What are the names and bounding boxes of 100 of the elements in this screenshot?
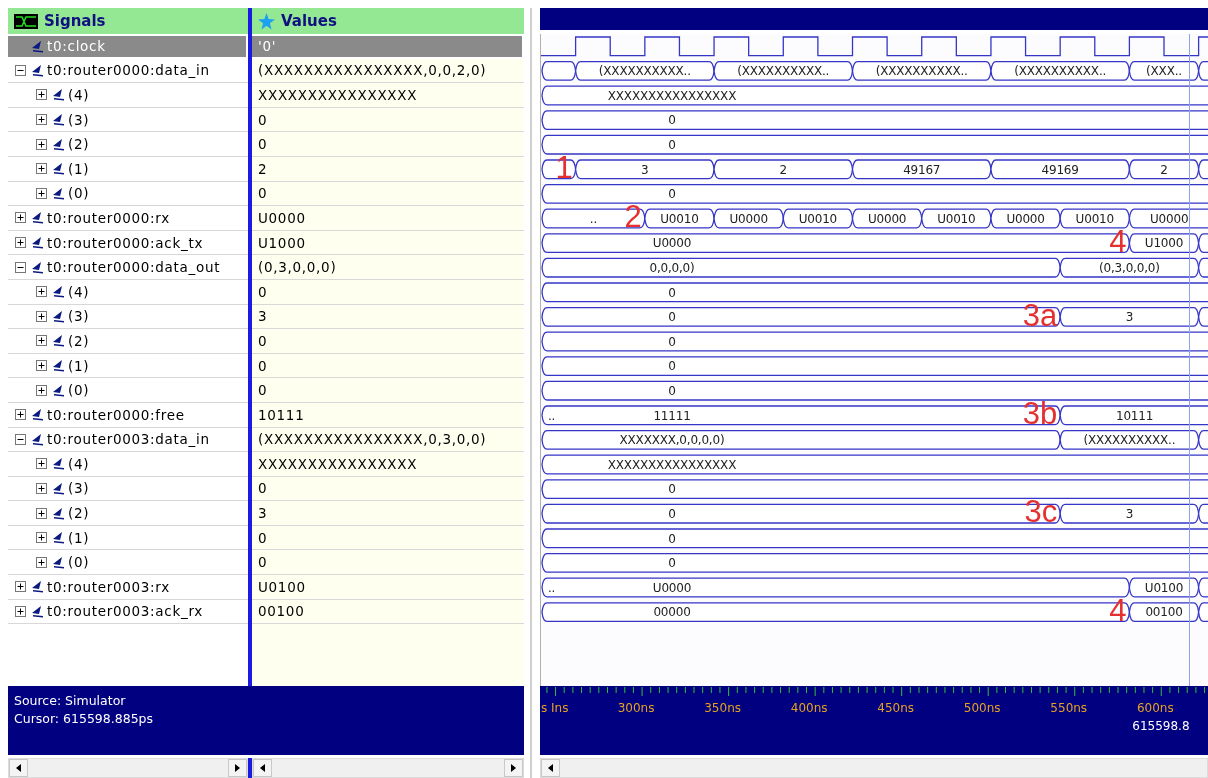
signal-row[interactable]: (1)	[8, 156, 248, 182]
signal-name: t0:router0000:rx	[47, 209, 170, 226]
signal-icon	[52, 137, 65, 151]
plus-box-icon[interactable]	[35, 507, 47, 519]
plus-box-icon[interactable]	[35, 138, 47, 150]
signal-row[interactable]: (1)	[8, 353, 248, 379]
plus-box-icon[interactable]	[35, 310, 47, 322]
signal-value: 0	[252, 353, 524, 379]
signal-icon	[52, 88, 65, 102]
plus-box-icon[interactable]	[14, 212, 26, 224]
signal-row[interactable]: t0:router0003:data_in	[8, 427, 248, 453]
annotation-label: 2	[624, 201, 642, 233]
signal-row[interactable]: (3)	[8, 107, 248, 133]
signal-name: t0:router0003:ack_rx	[47, 603, 203, 620]
signal-row[interactable]: (0)	[8, 181, 248, 207]
scroll-left-button[interactable]	[253, 759, 272, 777]
annotation-label: 3a	[1022, 299, 1058, 331]
segment-value: (XXXXXXXXXX..	[1083, 433, 1176, 448]
plus-box-icon[interactable]	[35, 163, 47, 175]
signal-row[interactable]: (4)	[8, 452, 248, 477]
signal-value: 0	[252, 329, 524, 354]
plus-box-icon[interactable]	[35, 286, 47, 298]
segment-value: XXXXXXX,0,0,0,0)	[619, 433, 725, 448]
column-header[interactable]: Values	[252, 8, 524, 34]
signal-row[interactable]: (0)	[8, 378, 248, 403]
segment-value: U0010	[660, 211, 699, 226]
signal-name: t0:router0000:data_in	[47, 62, 210, 79]
header-title: Signals	[44, 12, 106, 30]
scroll-left-button[interactable]	[541, 759, 560, 777]
minus-box-icon[interactable]	[14, 261, 26, 273]
signal-row[interactable]: t0:router0000:ack_tx	[8, 230, 248, 256]
plus-box-icon[interactable]	[35, 458, 47, 470]
annotation-label: 3b	[1022, 398, 1058, 429]
horizontal-scrollbar[interactable]	[252, 758, 524, 778]
signal-row[interactable]: (2)	[8, 501, 248, 526]
signal-value: (XXXXXXXXXXXXXXXX,0,0,2,0)	[252, 58, 524, 84]
signal-name: t0:clock	[47, 38, 106, 55]
signal-value: 00100	[252, 599, 524, 625]
horizontal-scrollbar[interactable]	[8, 758, 248, 778]
signal-icon	[52, 285, 65, 299]
segment-value: 0	[668, 334, 676, 349]
signal-row[interactable]: (2)	[8, 329, 248, 354]
plus-box-icon[interactable]	[14, 237, 26, 249]
signal-row[interactable]: (0)	[8, 550, 248, 576]
segment-value: (XXXXXXXXXX..	[1014, 64, 1107, 79]
plus-box-icon[interactable]	[35, 532, 47, 544]
signal-value: 0	[252, 378, 524, 403]
signal-row[interactable]: t0:router0003:rx	[8, 575, 248, 600]
tick-label: 550ns	[1050, 701, 1088, 715]
header-title: Values	[281, 12, 337, 30]
segment-value: 0	[668, 310, 676, 325]
plus-box-icon[interactable]	[35, 556, 47, 568]
signal-row[interactable]: t0:router0003:ack_rx	[8, 599, 248, 625]
signal-row[interactable]: (3)	[8, 304, 248, 330]
horizontal-scrollbar[interactable]	[540, 758, 1208, 778]
signal-icon	[52, 359, 65, 372]
plus-box-icon[interactable]	[35, 335, 47, 347]
signal-row[interactable]: (4)	[8, 83, 248, 108]
plus-box-icon[interactable]	[35, 360, 47, 371]
column-header[interactable]: Signals	[8, 8, 248, 34]
plus-box-icon[interactable]	[35, 114, 47, 126]
scroll-right-button[interactable]	[228, 759, 247, 777]
signal-row[interactable]: t0:router0000:free	[8, 402, 248, 428]
scroll-right-button[interactable]	[504, 759, 523, 777]
segment-value: U0000	[867, 211, 907, 226]
signal-value: (0,3,0,0,0)	[252, 255, 524, 280]
signal-icon	[31, 211, 44, 225]
plus-box-icon[interactable]	[35, 89, 47, 101]
plus-box-icon[interactable]	[35, 187, 47, 199]
minus-box-icon[interactable]	[14, 433, 26, 445]
left-arrow-icon	[16, 764, 21, 772]
signal-row[interactable]: (3)	[8, 476, 248, 502]
scroll-left-button[interactable]	[9, 759, 28, 777]
bus-segment	[921, 208, 992, 229]
plus-box-icon[interactable]	[14, 409, 26, 421]
segment-value: 0	[668, 531, 676, 546]
cursor-label: Cursor: 615598.885ps	[14, 711, 154, 726]
signal-value: 0	[252, 476, 524, 502]
segment-value: 00100	[1145, 605, 1183, 620]
plus-box-icon[interactable]	[14, 581, 26, 593]
segment-value: (XXXXXXXXXX..	[737, 64, 830, 79]
cursor-line[interactable]	[1189, 34, 1191, 686]
plus-box-icon[interactable]	[35, 384, 47, 396]
signal-value: 0	[252, 181, 524, 207]
signal-icon	[31, 63, 44, 77]
annotation-label: 4	[1109, 225, 1127, 257]
plus-box-icon[interactable]	[14, 605, 26, 617]
signal-row[interactable]: t0:router0000:data_in	[8, 58, 248, 84]
signal-name: (1)	[68, 357, 90, 374]
signal-row[interactable]: (1)	[8, 525, 248, 551]
minus-box-icon[interactable]	[14, 64, 26, 76]
signal-value: XXXXXXXXXXXXXXXX	[252, 83, 524, 108]
signal-row[interactable]: (2)	[8, 132, 248, 157]
signal-name: (2)	[68, 332, 90, 349]
segment-value: 00000	[653, 605, 691, 620]
segment-value: 0	[668, 113, 676, 128]
plus-box-icon[interactable]	[35, 483, 47, 494]
signal-row[interactable]: t0:router0000:data_out	[8, 255, 248, 280]
signal-row[interactable]: t0:router0000:rx	[8, 206, 248, 231]
signal-row[interactable]: (4)	[8, 279, 248, 305]
